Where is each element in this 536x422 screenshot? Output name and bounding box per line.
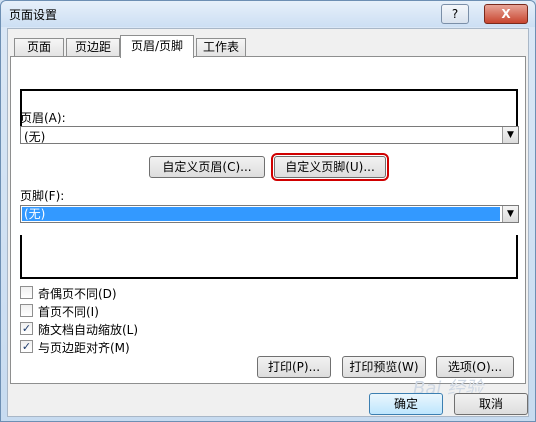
checkbox-first-page[interactable] — [20, 304, 33, 317]
option-label: 首页不同(I) — [38, 305, 99, 319]
page-setup-dialog: 页面设置 ? X 页面 页边距 页眉/页脚 工作表 页眉(A): (无) ▼ 自… — [0, 0, 536, 422]
window-title: 页面设置 — [9, 8, 58, 22]
chevron-down-icon[interactable]: ▼ — [502, 206, 518, 222]
print-button[interactable]: 打印(P)... — [257, 356, 331, 378]
tab-margins[interactable]: 页边距 — [66, 38, 120, 57]
header-label: 页眉(A): — [20, 111, 66, 125]
cancel-button[interactable]: 取消 — [454, 393, 528, 415]
footer-select-value: (无) — [22, 207, 500, 221]
footer-preview — [20, 235, 518, 279]
custom-footer-button[interactable]: 自定义页脚(U)... — [271, 153, 389, 181]
option-label: 与页边距对齐(M) — [38, 341, 130, 355]
tab-header-footer[interactable]: 页眉/页脚 — [120, 35, 194, 58]
footer-select[interactable]: (无) ▼ — [20, 205, 519, 223]
close-button[interactable]: X — [484, 4, 528, 24]
checkbox-scale-with-doc[interactable]: ✓ — [20, 322, 33, 335]
checkbox-odd-even[interactable] — [20, 286, 33, 299]
help-button[interactable]: ? — [441, 4, 469, 24]
header-select[interactable]: (无) ▼ — [20, 126, 519, 144]
option-label: 奇偶页不同(D) — [38, 287, 117, 301]
dialog-body: 页面 页边距 页眉/页脚 工作表 页眉(A): (无) ▼ 自定义页眉(C)..… — [7, 28, 529, 417]
option-label: 随文档自动缩放(L) — [38, 323, 139, 337]
title-bar: 页面设置 ? X — [1, 1, 535, 27]
footer-label: 页脚(F): — [20, 189, 65, 203]
chevron-down-icon[interactable]: ▼ — [502, 127, 518, 143]
header-select-value: (无) — [24, 130, 46, 144]
header-footer-panel: 页眉(A): (无) ▼ 自定义页眉(C)... 自定义页脚(U)... 页脚(… — [10, 56, 526, 384]
tab-sheet[interactable]: 工作表 — [196, 38, 246, 57]
ok-button[interactable]: 确定 — [369, 393, 443, 415]
custom-header-button[interactable]: 自定义页眉(C)... — [149, 156, 265, 178]
tab-page[interactable]: 页面 — [14, 38, 64, 57]
checkbox-align-margins[interactable]: ✓ — [20, 340, 33, 353]
